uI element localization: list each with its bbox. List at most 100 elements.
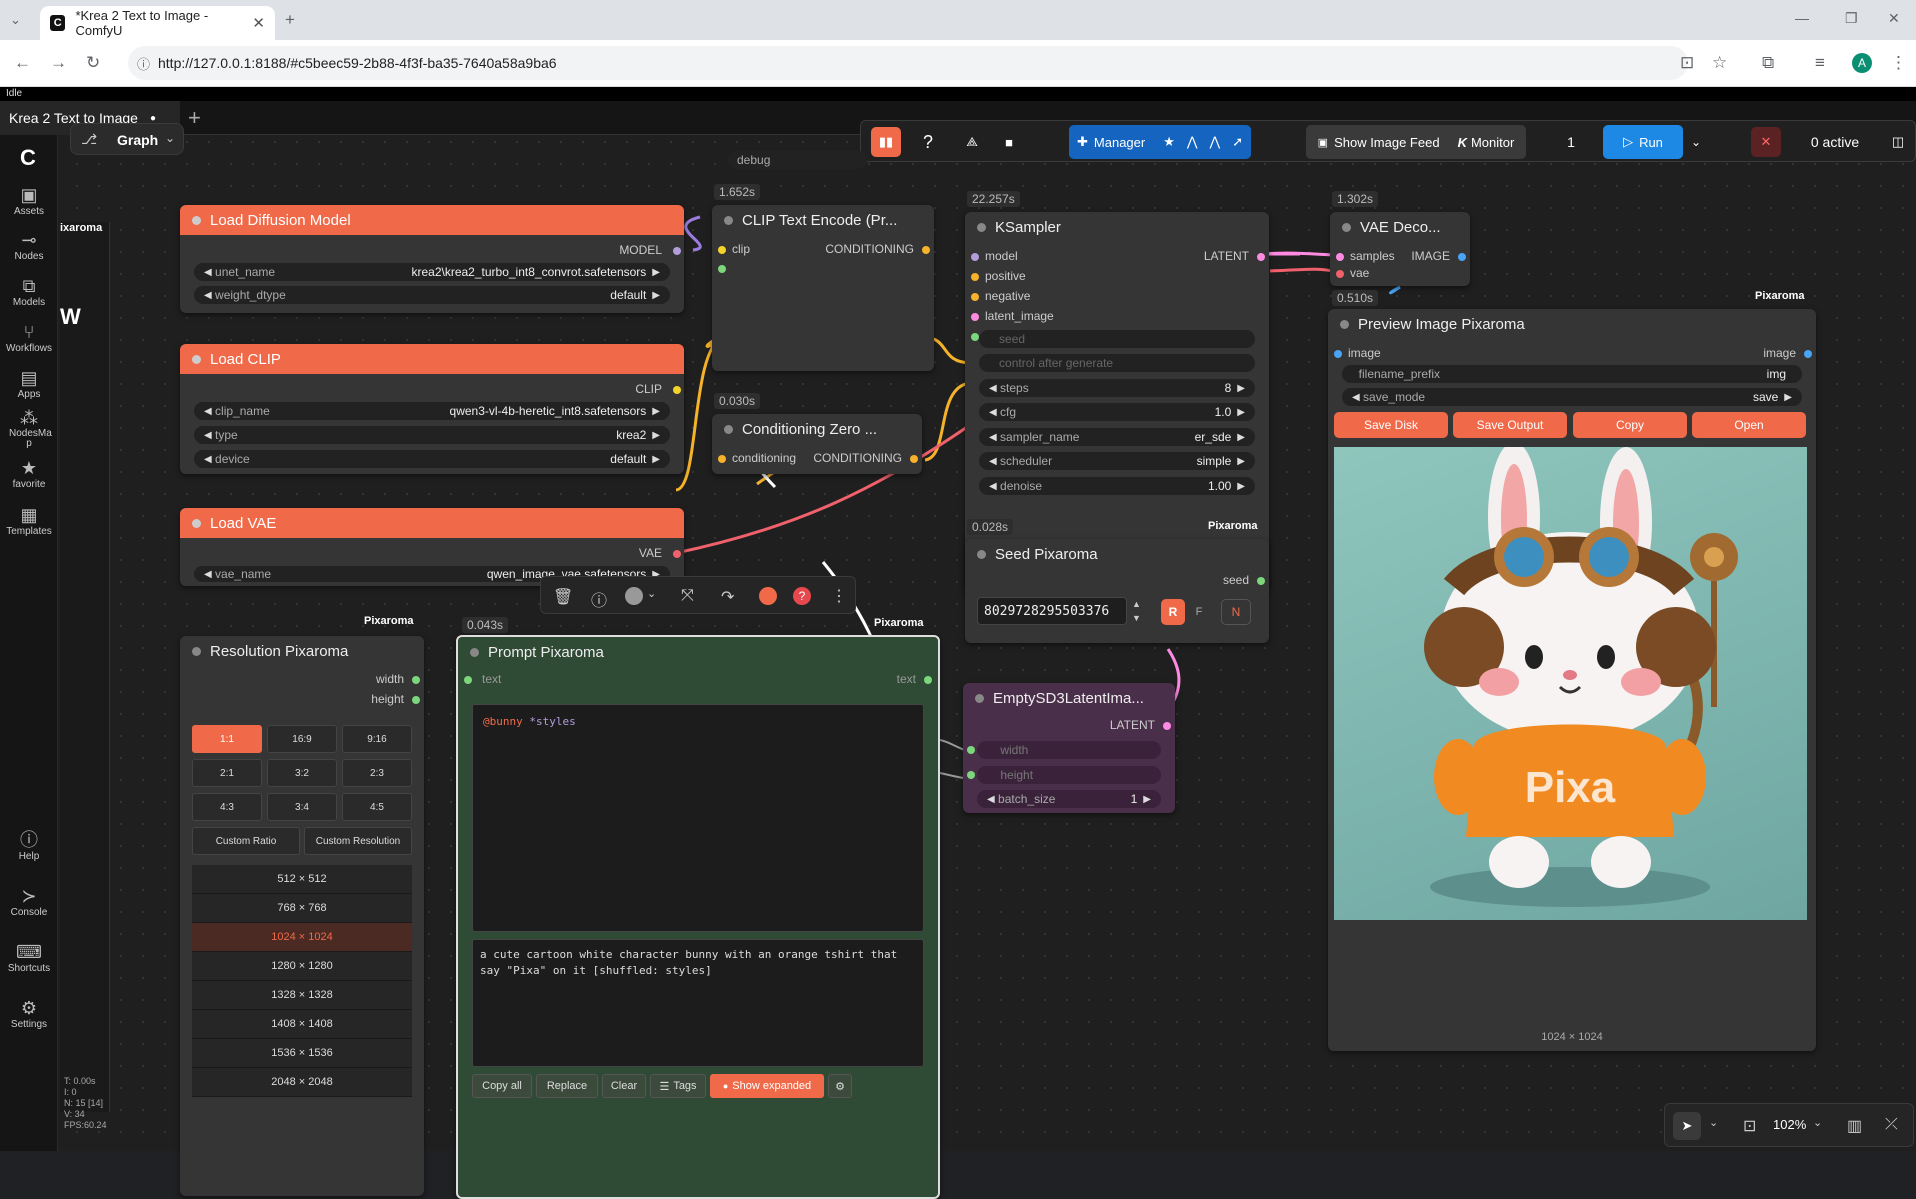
trash-icon[interactable]: 🗑 xyxy=(553,587,573,607)
input-dot[interactable] xyxy=(971,333,979,341)
down-icon[interactable]: ▼ xyxy=(1132,611,1141,625)
install-app-icon[interactable]: ⊡ xyxy=(1680,53,1694,73)
minimap-icon[interactable]: ▥ xyxy=(1847,1116,1862,1136)
chevron-down-icon[interactable]: ⌄ xyxy=(647,587,656,600)
size-option[interactable]: 2048 × 2048 xyxy=(192,1068,412,1097)
input-dot[interactable] xyxy=(967,746,975,754)
show-expanded-button[interactable]: ● Show expanded xyxy=(710,1074,824,1098)
output-dot[interactable] xyxy=(1257,253,1265,261)
unet-name-widget[interactable]: ◀ unet_name krea2\krea2_turbo_int8_convro… xyxy=(194,263,670,281)
prompt-output-text[interactable]: a cute cartoon white character bunny wit… xyxy=(472,939,924,1067)
template-editor[interactable]: @bunny *styles xyxy=(472,704,924,932)
extensions-icon[interactable]: ⧉ xyxy=(1762,53,1774,73)
node-load-diffusion-model[interactable]: Load Diffusion Model MODEL ◀ unet_name kr… xyxy=(180,205,684,313)
copy-all-button[interactable]: Copy all xyxy=(472,1074,532,1098)
input-dot[interactable] xyxy=(1336,270,1344,278)
sidebar-settings[interactable]: ⚙ Settings xyxy=(0,997,58,1030)
output-dot[interactable] xyxy=(673,247,681,255)
sidebar-apps[interactable]: ▤ Apps xyxy=(0,367,58,400)
node-prompt-pixaroma[interactable]: Prompt Pixaroma text text @bunny *styles… xyxy=(456,635,940,1199)
help-icon[interactable]: ? xyxy=(913,127,943,157)
output-dot[interactable] xyxy=(924,676,932,684)
active-queue-label[interactable]: 0 active xyxy=(1791,125,1879,159)
chevron-down-icon[interactable]: ⌄ xyxy=(1813,1116,1822,1129)
color-picker-icon[interactable] xyxy=(625,587,643,605)
size-option[interactable]: 1280 × 1280 xyxy=(192,952,412,981)
seed-widget[interactable]: seed xyxy=(979,330,1255,348)
browser-menu-icon[interactable]: ⋮ xyxy=(1890,53,1907,73)
node-load-vae[interactable]: Load VAE VAE ◀ vae_name qwen_image_vae.sa… xyxy=(180,508,684,586)
node-clip-text-encode[interactable]: CLIP Text Encode (Pr... clip CONDITIONIN… xyxy=(712,205,934,371)
ratio-4-3-button[interactable]: 4:3 xyxy=(192,793,262,821)
batch-size-widget[interactable]: ◀ batch_size 1 ▶ xyxy=(977,790,1161,808)
browser-tab[interactable]: C *Krea 2 Text to Image - ComfyU ✕ xyxy=(40,6,275,40)
output-dot[interactable] xyxy=(1257,577,1265,585)
cfg-widget[interactable]: ◀ cfg 1.0 ▶ xyxy=(979,403,1255,421)
input-dot[interactable] xyxy=(971,273,979,281)
ratio-9-16-button[interactable]: 9:16 xyxy=(342,725,412,753)
sidebar-models[interactable]: ⧉ Models xyxy=(0,275,58,308)
input-dot[interactable] xyxy=(718,455,726,463)
output-dot[interactable] xyxy=(1163,722,1171,730)
sidebar-console[interactable]: ≻ Console xyxy=(0,885,58,918)
graph-breadcrumb[interactable]: ⎇ Graph ⌄ xyxy=(70,123,184,155)
url-input[interactable]: ⓘ http://127.0.0.1:8188/#c5beec59-2b88-4… xyxy=(128,46,1688,80)
output-dot[interactable] xyxy=(673,386,681,394)
input-dot[interactable] xyxy=(718,265,726,273)
more-options-icon[interactable]: ⋮ xyxy=(831,586,847,606)
output-dot[interactable] xyxy=(1804,350,1812,358)
bookmark-star-icon[interactable]: ☆ xyxy=(1712,53,1727,73)
input-dot[interactable] xyxy=(967,771,975,779)
output-dot[interactable] xyxy=(910,455,918,463)
input-dot[interactable] xyxy=(718,246,726,254)
sidebar-workflows[interactable]: ⑂ Workflows xyxy=(0,321,58,354)
show-image-feed-button[interactable]: ▣ Show Image Feed K Monitor xyxy=(1306,125,1526,159)
seed-stepper[interactable]: ▲ ▼ xyxy=(1132,597,1141,625)
ratio-4-5-button[interactable]: 4:5 xyxy=(342,793,412,821)
output-dot[interactable] xyxy=(412,676,420,684)
ratio-2-1-button[interactable]: 2:1 xyxy=(192,759,262,787)
bookmark-icon[interactable]: ■ xyxy=(994,127,1024,157)
sidebar-nodesmap[interactable]: ⁂ NodesMa p xyxy=(0,407,58,449)
tags-button[interactable]: ☰ Tags xyxy=(650,1074,706,1098)
restore-icon[interactable]: ❐ xyxy=(1845,8,1858,28)
sidebar-shortcuts[interactable]: ⌨ Shortcuts xyxy=(0,941,58,974)
reading-list-icon[interactable]: ≡ xyxy=(1815,53,1825,73)
replace-button[interactable]: Replace xyxy=(536,1074,598,1098)
reload-icon[interactable]: ↻ xyxy=(86,53,100,73)
tab-search-icon[interactable]: ⌄ xyxy=(10,10,21,30)
bypass-icon[interactable]: ↷ xyxy=(721,587,734,607)
ratio-1-1-button[interactable]: 1:1 xyxy=(192,725,262,753)
ratio-2-3-button[interactable]: 2:3 xyxy=(342,759,412,787)
height-widget[interactable]: height xyxy=(977,766,1161,784)
comfy-logo[interactable]: C xyxy=(20,145,36,171)
minimize-icon[interactable]: — xyxy=(1795,8,1809,28)
sidebar-favorite[interactable]: ★ favorite xyxy=(0,457,58,490)
fit-view-icon[interactable]: ⊡ xyxy=(1743,1116,1756,1136)
pixaroma-icon[interactable] xyxy=(759,587,777,605)
queue-count-input[interactable]: 1 xyxy=(1551,129,1591,155)
size-option[interactable]: 1536 × 1536 xyxy=(192,1039,412,1068)
save-mode-widget[interactable]: ◀ save_mode save ▶ xyxy=(1342,388,1802,406)
up-icon[interactable]: ▲ xyxy=(1132,597,1141,611)
output-dot[interactable] xyxy=(673,550,681,558)
new-tab-icon[interactable]: + xyxy=(285,10,295,30)
logo-icon[interactable]: ⟁ xyxy=(957,127,987,157)
width-widget[interactable]: width xyxy=(977,741,1161,759)
scheduler-widget[interactable]: ◀ scheduler simple ▶ xyxy=(979,452,1255,470)
seed-value-input[interactable]: 8029728295503376 xyxy=(977,597,1127,625)
node-empty-latent[interactable]: EmptySD3LatentIma... LATENT width height… xyxy=(963,683,1175,813)
input-dot[interactable] xyxy=(971,253,979,261)
output-dot[interactable] xyxy=(412,696,420,704)
ratio-3-2-button[interactable]: 3:2 xyxy=(267,759,337,787)
info-icon[interactable]: ⓘ xyxy=(591,587,607,611)
size-option[interactable]: 512 × 512 xyxy=(192,865,412,894)
node-seed-pixaroma[interactable]: Seed Pixaroma seed 8029728295503376 ▲ ▼ R… xyxy=(965,539,1269,643)
control-widget[interactable]: control after generate xyxy=(979,354,1255,372)
copy-button[interactable]: Copy xyxy=(1573,412,1687,438)
save-disk-button[interactable]: Save Disk xyxy=(1334,412,1448,438)
custom-resolution-button[interactable]: Custom Resolution xyxy=(304,827,412,855)
site-info-icon[interactable]: ⓘ xyxy=(137,54,150,73)
save-output-button[interactable]: Save Output xyxy=(1453,412,1567,438)
new-seed-button[interactable]: N xyxy=(1221,599,1251,625)
